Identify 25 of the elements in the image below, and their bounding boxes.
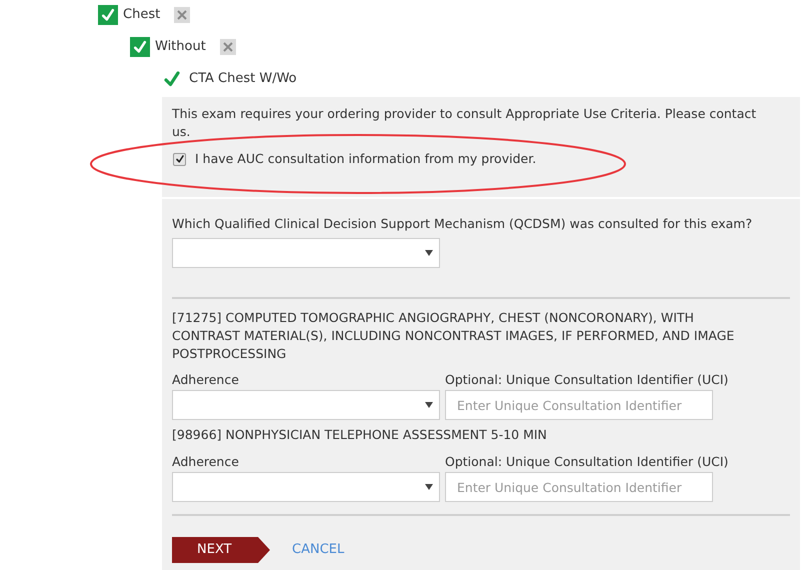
remove-button[interactable] bbox=[174, 7, 190, 23]
close-icon bbox=[222, 42, 233, 52]
notice-text: This exam requires your ordering provider to consult Appropriate Use Criteria. Please contact us. bbox=[172, 105, 758, 141]
uci-input-field[interactable]: Enter Unique Consultation Identifier bbox=[445, 472, 713, 502]
uci-label: Optional: Unique Consultation Identifier (UCI) bbox=[445, 454, 728, 470]
caret-icon bbox=[425, 402, 433, 408]
close-icon bbox=[177, 10, 188, 20]
question-label: Which Qualified Clinical Decision Support Mechanism (QCDSM) was consulted for this exam? bbox=[172, 215, 754, 233]
uci-input-field[interactable]: Enter Unique Consultation Identifier bbox=[445, 390, 713, 420]
adherence-label: Adherence bbox=[172, 372, 240, 388]
next-button[interactable]: NEXT bbox=[172, 537, 270, 563]
procedure-code: [98966] NONPHYSICIAN TELEPHONE ASSESSMENT 5-10 MIN bbox=[172, 426, 548, 444]
tree-item-label: Without bbox=[155, 38, 206, 56]
checked-box-icon[interactable] bbox=[98, 5, 118, 25]
caret-icon bbox=[425, 484, 433, 490]
adherence-label: Adherence bbox=[172, 454, 240, 470]
checked-box-icon[interactable] bbox=[130, 37, 150, 57]
checkbox-label: I have AUC consultation information from my provider. bbox=[195, 150, 536, 168]
procedure-code: [71275] COMPUTED TOMOGRAPHIC ANGIOGRAPHY, CHEST (NONCORONARY), WITH CONTRAST MATERIAL(S), INCLUDING NONCONTRAST IMAGES, IF PERFORMED, AND IMAGE POSTPROCESSING bbox=[172, 309, 736, 363]
uci-label: Optional: Unique Consultation Identifier (UCI) bbox=[445, 372, 728, 388]
caret-icon bbox=[425, 250, 433, 256]
tree-item-label: CTA Chest W/Wo bbox=[189, 70, 297, 88]
tree-item-label: Chest bbox=[123, 6, 160, 24]
checkbox[interactable] bbox=[173, 152, 186, 166]
remove-button[interactable] bbox=[220, 39, 236, 55]
